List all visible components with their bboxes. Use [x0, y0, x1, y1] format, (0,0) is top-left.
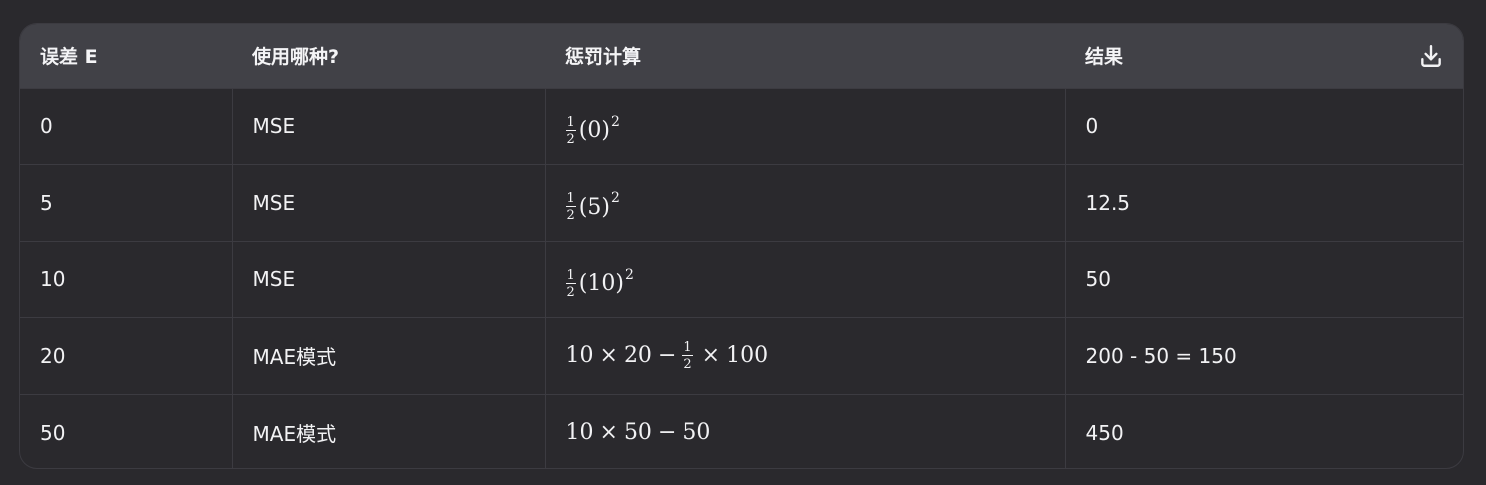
- table-row: 50 MAE模式 10 × 50 − 50 450: [20, 394, 1463, 468]
- cell-result: 50: [1064, 241, 1463, 318]
- fraction: 1 2: [682, 339, 693, 372]
- math-term: 10: [565, 420, 594, 445]
- table-row: 0 MSE 1 2 (0) 2 0: [20, 88, 1463, 165]
- math-exponent: 2: [610, 190, 620, 207]
- data-table: 误差 E 使用哪种? 惩罚计算 结果 0 MSE 1 2 (0) 2 0 5 M…: [20, 24, 1463, 468]
- table-header-row: 误差 E 使用哪种? 惩罚计算 结果: [20, 24, 1463, 89]
- math-arg: (0): [578, 118, 610, 144]
- cell-error: 0: [40, 114, 53, 139]
- table-row: 20 MAE模式 10 × 20 − 1 2 × 100 200 - 50 = …: [20, 317, 1463, 394]
- table-row: 10 MSE 1 2 (10) 2 50: [20, 241, 1463, 318]
- math-arg: (10): [578, 271, 624, 297]
- cell-error: 50: [40, 420, 66, 445]
- math-term: 50: [623, 420, 652, 445]
- cell-mode: MSE: [231, 164, 545, 241]
- math-operator: ×: [599, 343, 618, 369]
- cell-error: 5: [40, 190, 53, 215]
- cell-error: 20: [40, 343, 66, 368]
- download-icon: [1421, 44, 1441, 67]
- math-arg: (5): [578, 194, 610, 220]
- math-expression: 1 2 (5) 2: [565, 190, 620, 224]
- cell-error: 10: [40, 267, 66, 292]
- math-exponent: 2: [624, 266, 634, 283]
- math-term: 100: [726, 343, 769, 369]
- cell-mode: MAE模式: [231, 394, 545, 468]
- header-mode: 使用哪种?: [232, 24, 545, 89]
- cell-mode: MAE模式: [231, 317, 545, 394]
- fraction: 1 2: [565, 267, 576, 300]
- download-button[interactable]: [1417, 42, 1445, 70]
- header-calc: 惩罚计算: [545, 24, 1065, 89]
- cell-calc: 10 × 20 − 1 2 × 100: [544, 317, 1065, 394]
- fraction: 1 2: [565, 114, 576, 147]
- math-term: 10: [565, 343, 594, 369]
- math-expression: 1 2 (0) 2: [565, 113, 620, 147]
- math-exponent: 2: [610, 113, 620, 130]
- cell-result: 450: [1064, 394, 1463, 468]
- table-row: 5 MSE 1 2 (5) 2 12.5: [20, 164, 1463, 241]
- header-result-label: 结果: [1085, 46, 1124, 69]
- math-operator: ×: [599, 420, 618, 445]
- math-expression: 1 2 (10) 2: [565, 266, 634, 300]
- cell-result: 200 - 50 = 150: [1064, 317, 1463, 394]
- math-term: 20: [623, 343, 652, 369]
- math-operator: ×: [701, 343, 721, 369]
- cell-calc: 1 2 (5) 2: [544, 164, 1065, 241]
- header-error: 误差 E: [20, 24, 232, 89]
- cell-calc: 1 2 (0) 2: [544, 88, 1065, 165]
- fraction: 1 2: [565, 191, 576, 224]
- math-operator: −: [657, 420, 677, 445]
- math-term: 50: [682, 420, 711, 445]
- math-expression: 10 × 50 − 50: [566, 420, 711, 445]
- cell-result: 0: [1064, 88, 1463, 165]
- cell-calc: 1 2 (10) 2: [544, 241, 1065, 318]
- math-expression: 10 × 20 − 1 2 × 100: [566, 341, 769, 371]
- data-table-card: 误差 E 使用哪种? 惩罚计算 结果 0 MSE 1 2 (0) 2 0 5 M…: [19, 23, 1464, 469]
- math-operator: −: [657, 343, 677, 369]
- header-result: 结果: [1065, 24, 1463, 89]
- cell-mode: MSE: [231, 241, 545, 318]
- cell-calc: 10 × 50 − 50: [544, 394, 1065, 468]
- cell-mode: MSE: [231, 88, 545, 165]
- cell-result: 12.5: [1064, 164, 1463, 241]
